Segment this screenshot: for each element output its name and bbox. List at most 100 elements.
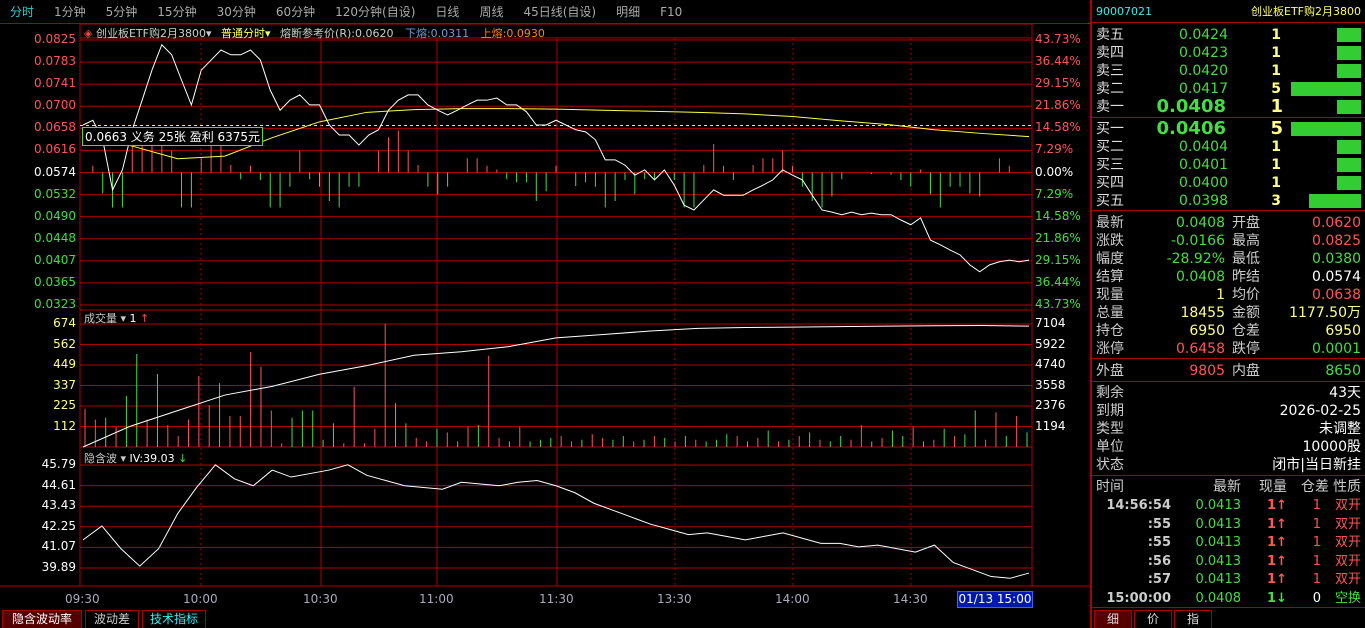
tab-7[interactable]: 日线	[425, 3, 469, 20]
price-tick: 0.0407	[34, 252, 76, 267]
tab-4[interactable]: 30分钟	[207, 3, 266, 20]
cumulative-volume-line	[82, 324, 1030, 448]
stat-label: 总量	[1096, 305, 1124, 321]
lower-circuit: 下熔:0.0311	[404, 27, 470, 40]
quote-tab-1[interactable]: 价	[1134, 610, 1172, 628]
bid-level: 买五 0.0398 3	[1096, 192, 1361, 210]
level-bar	[1309, 194, 1361, 208]
level-label: 买四	[1096, 175, 1124, 191]
tick-oi-change: 1	[1312, 553, 1321, 569]
percent-tick: 7.29%	[1035, 186, 1074, 201]
level-volume: 1	[1271, 139, 1281, 155]
level-bar	[1337, 100, 1361, 114]
info-label: 剩余	[1096, 385, 1124, 401]
tab-1[interactable]: 1分钟	[44, 3, 96, 20]
bid-level: 买三 0.0401 1	[1096, 156, 1361, 174]
tab-11[interactable]: F10	[650, 5, 692, 19]
tick-oi-change: 1	[1312, 572, 1321, 587]
tab-3[interactable]: 15分钟	[147, 3, 206, 20]
stat-value: 0.0001	[1312, 341, 1361, 357]
stat-row: 结算 0.0408 昨结 0.0574	[1096, 268, 1361, 286]
stat-value: 1	[1216, 287, 1225, 303]
tab-0[interactable]: 分时	[0, 3, 44, 20]
level-label: 卖二	[1096, 81, 1124, 97]
tab-6[interactable]: 120分钟(自设)	[325, 3, 425, 20]
level-volume: 3	[1271, 193, 1281, 209]
stat-label: 昨结	[1232, 269, 1260, 285]
ticks-column-header: 现量	[1259, 479, 1287, 495]
intraday-chart[interactable]: ◈ 创业板ETF购2月3800▾ 普通分时▾ 熔断参考价(R):0.0620 下…	[0, 24, 1090, 610]
stat-value: -0.0166	[1170, 233, 1225, 249]
level-price: 0.0406	[1156, 118, 1226, 139]
stat-label: 仓差	[1232, 323, 1260, 339]
level-bar	[1337, 140, 1361, 154]
tab-9[interactable]: 45日线(自设)	[513, 3, 606, 20]
percent-tick: 14.58%	[1035, 120, 1081, 135]
tick-nature: 双开	[1334, 516, 1361, 532]
percent-tick: 21.86%	[1035, 230, 1081, 245]
iv-tick: 44.61	[41, 477, 76, 492]
quote-tab-0[interactable]: 细	[1094, 610, 1132, 628]
volume-label[interactable]: 成交量	[84, 312, 117, 325]
stat-label: 金额	[1232, 305, 1260, 321]
info-row: 剩余 43天	[1096, 384, 1361, 402]
iv-value: IV:39.03	[129, 452, 175, 465]
level-price: 0.0423	[1179, 45, 1228, 61]
percent-tick: 43.73%	[1035, 32, 1081, 46]
iv-line	[82, 464, 1030, 579]
iv-header: 隐含波 ▾ IV:39.03 ↓	[84, 452, 188, 465]
quote-tab-2[interactable]: 指	[1174, 610, 1212, 628]
option-icon: ◈	[84, 27, 93, 40]
mode-dropdown[interactable]: 普通分时	[221, 27, 265, 40]
level-volume: 5	[1270, 118, 1283, 139]
stat-label: 最高	[1232, 233, 1260, 249]
stat-label: 涨跌	[1096, 233, 1124, 249]
percent-tick: 29.15%	[1035, 252, 1081, 267]
chart-header: ◈ 创业板ETF购2月3800▾ 普通分时▾ 熔断参考价(R):0.0620 下…	[84, 27, 545, 40]
tab-2[interactable]: 5分钟	[96, 3, 148, 20]
tab-8[interactable]: 周线	[469, 3, 513, 20]
stat-row: 持仓 6950 仓差 6950	[1096, 322, 1361, 340]
tick-nature: 双开	[1334, 535, 1361, 550]
level-price: 0.0400	[1179, 175, 1228, 191]
stat-value: -28.92%	[1166, 251, 1225, 267]
price-tick: 0.0741	[34, 76, 76, 91]
iv-label[interactable]: 隐含波	[84, 452, 117, 465]
price-tick: 0.0658	[34, 120, 76, 135]
cum-volume-tick: 5922	[1035, 336, 1066, 351]
stat-value: 18455	[1180, 305, 1225, 321]
outer-value: 9805	[1189, 363, 1225, 379]
tab-technical-indicators[interactable]: 技术指标	[142, 610, 206, 628]
stat-label: 跌停	[1232, 341, 1260, 357]
stat-value: 0.0408	[1176, 215, 1225, 231]
tick-nature: 空换	[1334, 590, 1361, 606]
time-tick: 10:30	[303, 592, 338, 606]
ticks-column-header: 时间	[1096, 479, 1124, 495]
price-tick: 0.0532	[34, 186, 76, 201]
time-tick: 14:30	[893, 592, 928, 606]
level-volume: 1	[1270, 96, 1283, 117]
outer-inner-row: 外盘 9805 内盘 8650	[1096, 362, 1361, 380]
stat-row: 涨跌 -0.0166 最高 0.0825	[1096, 232, 1361, 250]
level-bar	[1291, 122, 1361, 136]
circuit-ref-price: 熔断参考价(R):0.0620	[280, 27, 394, 40]
stat-label: 结算	[1096, 269, 1124, 285]
tick-nature: 双开	[1334, 553, 1361, 569]
tab-5[interactable]: 60分钟	[266, 3, 325, 20]
instrument-name[interactable]: 创业板ETF购2月3800	[96, 27, 206, 40]
tick-nature: 双开	[1334, 498, 1361, 513]
tab-volatility-spread[interactable]: 波动差	[85, 610, 139, 628]
tick-volume: 1↓	[1267, 590, 1287, 606]
tab-10[interactable]: 明细	[606, 3, 650, 20]
level-label: 卖五	[1096, 27, 1124, 43]
level-label: 卖三	[1096, 63, 1124, 79]
time-tick: 11:30	[539, 592, 574, 606]
tab-implied-volatility[interactable]: 隐含波动率	[2, 610, 82, 628]
tick-time: :55	[1147, 535, 1171, 550]
tick-time: :57	[1147, 572, 1171, 587]
percent-tick: 7.29%	[1035, 142, 1074, 157]
stat-value: 6950	[1325, 323, 1361, 339]
stat-label: 持仓	[1096, 323, 1124, 339]
stat-label: 均价	[1232, 287, 1260, 303]
level-label: 卖一	[1096, 99, 1124, 115]
